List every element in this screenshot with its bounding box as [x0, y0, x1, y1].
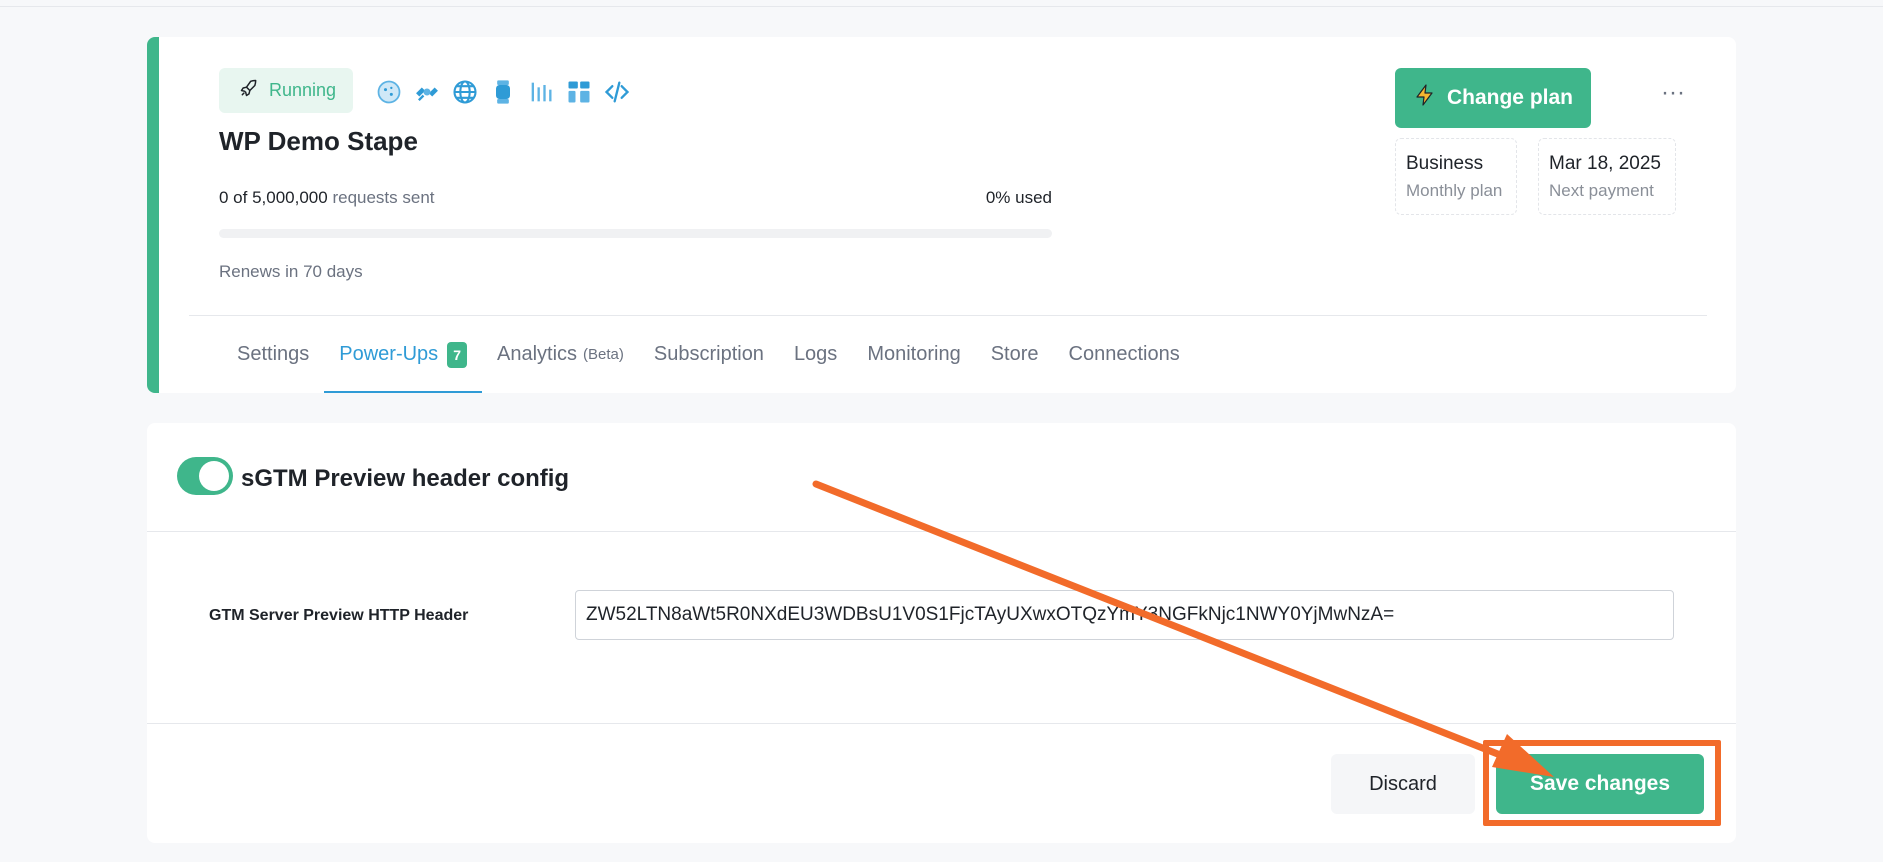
usage-percent: 0% used	[985, 188, 1052, 207]
requests-count-value: 0 of 5,000,000	[219, 188, 328, 207]
blocks-icon[interactable]	[564, 77, 594, 107]
lightning-icon	[1413, 83, 1437, 113]
tab-label: Settings	[237, 343, 310, 365]
requests-count: 0 of 5,000,000 requests sent	[219, 188, 435, 208]
tab-label: Store	[990, 343, 1039, 365]
next-payment-label: Next payment	[1549, 181, 1654, 200]
tab-connections[interactable]: Connections	[1054, 316, 1195, 393]
tab-power-ups[interactable]: Power-Ups 7	[324, 316, 482, 393]
discard-button[interactable]: Discard	[1331, 754, 1475, 814]
watch-icon[interactable]	[488, 77, 518, 107]
bars-icon[interactable]	[526, 77, 556, 107]
beta-tag: (Beta)	[583, 346, 624, 363]
preview-header-toggle[interactable]	[177, 457, 233, 495]
tab-logs[interactable]: Logs	[779, 316, 852, 393]
tab-store[interactable]: Store	[976, 316, 1054, 393]
tab-monitoring[interactable]: Monitoring	[852, 316, 975, 393]
status-badge: Running	[219, 68, 353, 113]
rocket-icon	[239, 78, 259, 103]
tab-label: Power-Ups	[339, 343, 439, 365]
usage-progress-bar	[219, 229, 1052, 238]
tab-label: Analytics	[496, 343, 578, 365]
status-label: Running	[269, 80, 337, 100]
next-payment-date: Mar 18, 2025	[1549, 153, 1661, 174]
top-divider	[0, 6, 1883, 7]
preview-header-config-card: sGTM Preview header config GTM Server Pr…	[147, 423, 1736, 843]
tab-label: Monitoring	[867, 343, 961, 365]
container-name: WP Demo Stape	[219, 126, 418, 156]
powerup-icons	[374, 77, 632, 107]
plan-name: Business	[1406, 153, 1484, 174]
tab-label: Connections	[1068, 343, 1180, 365]
config-title: sGTM Preview header config	[241, 465, 570, 492]
tab-settings[interactable]: Settings	[222, 316, 324, 393]
more-options-icon[interactable]: ···	[1655, 81, 1691, 111]
preview-header-field-label: GTM Server Preview HTTP Header	[209, 607, 469, 624]
save-changes-button[interactable]: Save changes	[1496, 754, 1704, 814]
globe-icon[interactable]	[450, 77, 480, 107]
card-accent-bar	[147, 37, 159, 393]
cookie-icon[interactable]	[374, 77, 404, 107]
plan-period: Monthly plan	[1406, 181, 1503, 200]
requests-count-suffix: requests sent	[332, 188, 435, 207]
toggle-knob	[199, 461, 229, 491]
preview-header-input[interactable]	[575, 590, 1674, 640]
tab-analytics[interactable]: Analytics (Beta)	[482, 316, 639, 393]
change-plan-button[interactable]: Change plan	[1395, 68, 1591, 128]
payment-info: Mar 18, 2025 Next payment	[1538, 138, 1676, 215]
change-plan-label: Change plan	[1446, 86, 1573, 109]
tab-label: Logs	[793, 343, 838, 365]
container-card: Running WP Demo Stape 0 of 5,000,000 req…	[147, 37, 1736, 393]
renewal-text: Renews in 70 days	[219, 262, 363, 281]
config-footer-divider	[147, 723, 1736, 724]
plan-info: Business Monthly plan	[1395, 138, 1517, 215]
container-tabs: Settings Power-Ups 7 Analytics (Beta) Su…	[222, 316, 1195, 393]
tab-subscription[interactable]: Subscription	[639, 316, 779, 393]
tab-label: Subscription	[653, 343, 764, 365]
power-ups-count-badge: 7	[447, 341, 467, 368]
satellite-icon[interactable]	[412, 77, 442, 107]
code-icon[interactable]	[602, 77, 632, 107]
config-header-divider	[147, 531, 1736, 532]
